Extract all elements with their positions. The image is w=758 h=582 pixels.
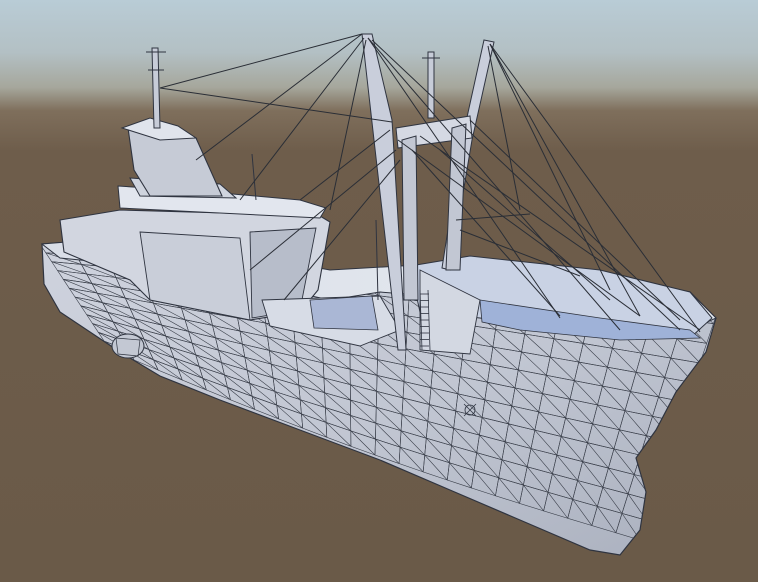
fishing-boat-wireframe-render — [40, 33, 717, 556]
3d-viewport[interactable] — [0, 0, 758, 582]
propeller — [111, 333, 145, 359]
hull-mesh-cell — [639, 435, 674, 462]
